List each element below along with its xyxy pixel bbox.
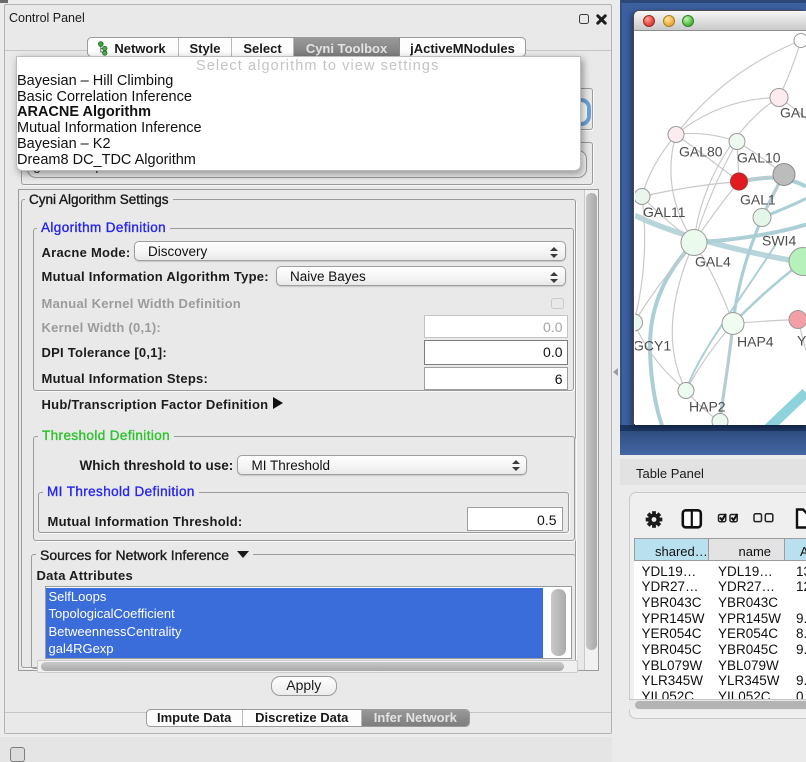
svg-text:GCY1: GCY1 (635, 337, 671, 353)
svg-text:HAP2: HAP2 (689, 398, 726, 414)
svg-text:GAL1: GAL1 (740, 191, 776, 207)
svg-text:HAP4: HAP4 (737, 333, 774, 349)
svg-text:GAL80: GAL80 (679, 143, 723, 159)
svg-text:GAL11: GAL11 (643, 204, 686, 220)
svg-text:GAL7: GAL7 (780, 104, 806, 120)
svg-text:GAL4: GAL4 (695, 253, 731, 269)
svg-text:Y: Y (797, 332, 806, 348)
svg-text:GAL10: GAL10 (737, 149, 781, 165)
svg-text:SWI4: SWI4 (762, 232, 796, 248)
